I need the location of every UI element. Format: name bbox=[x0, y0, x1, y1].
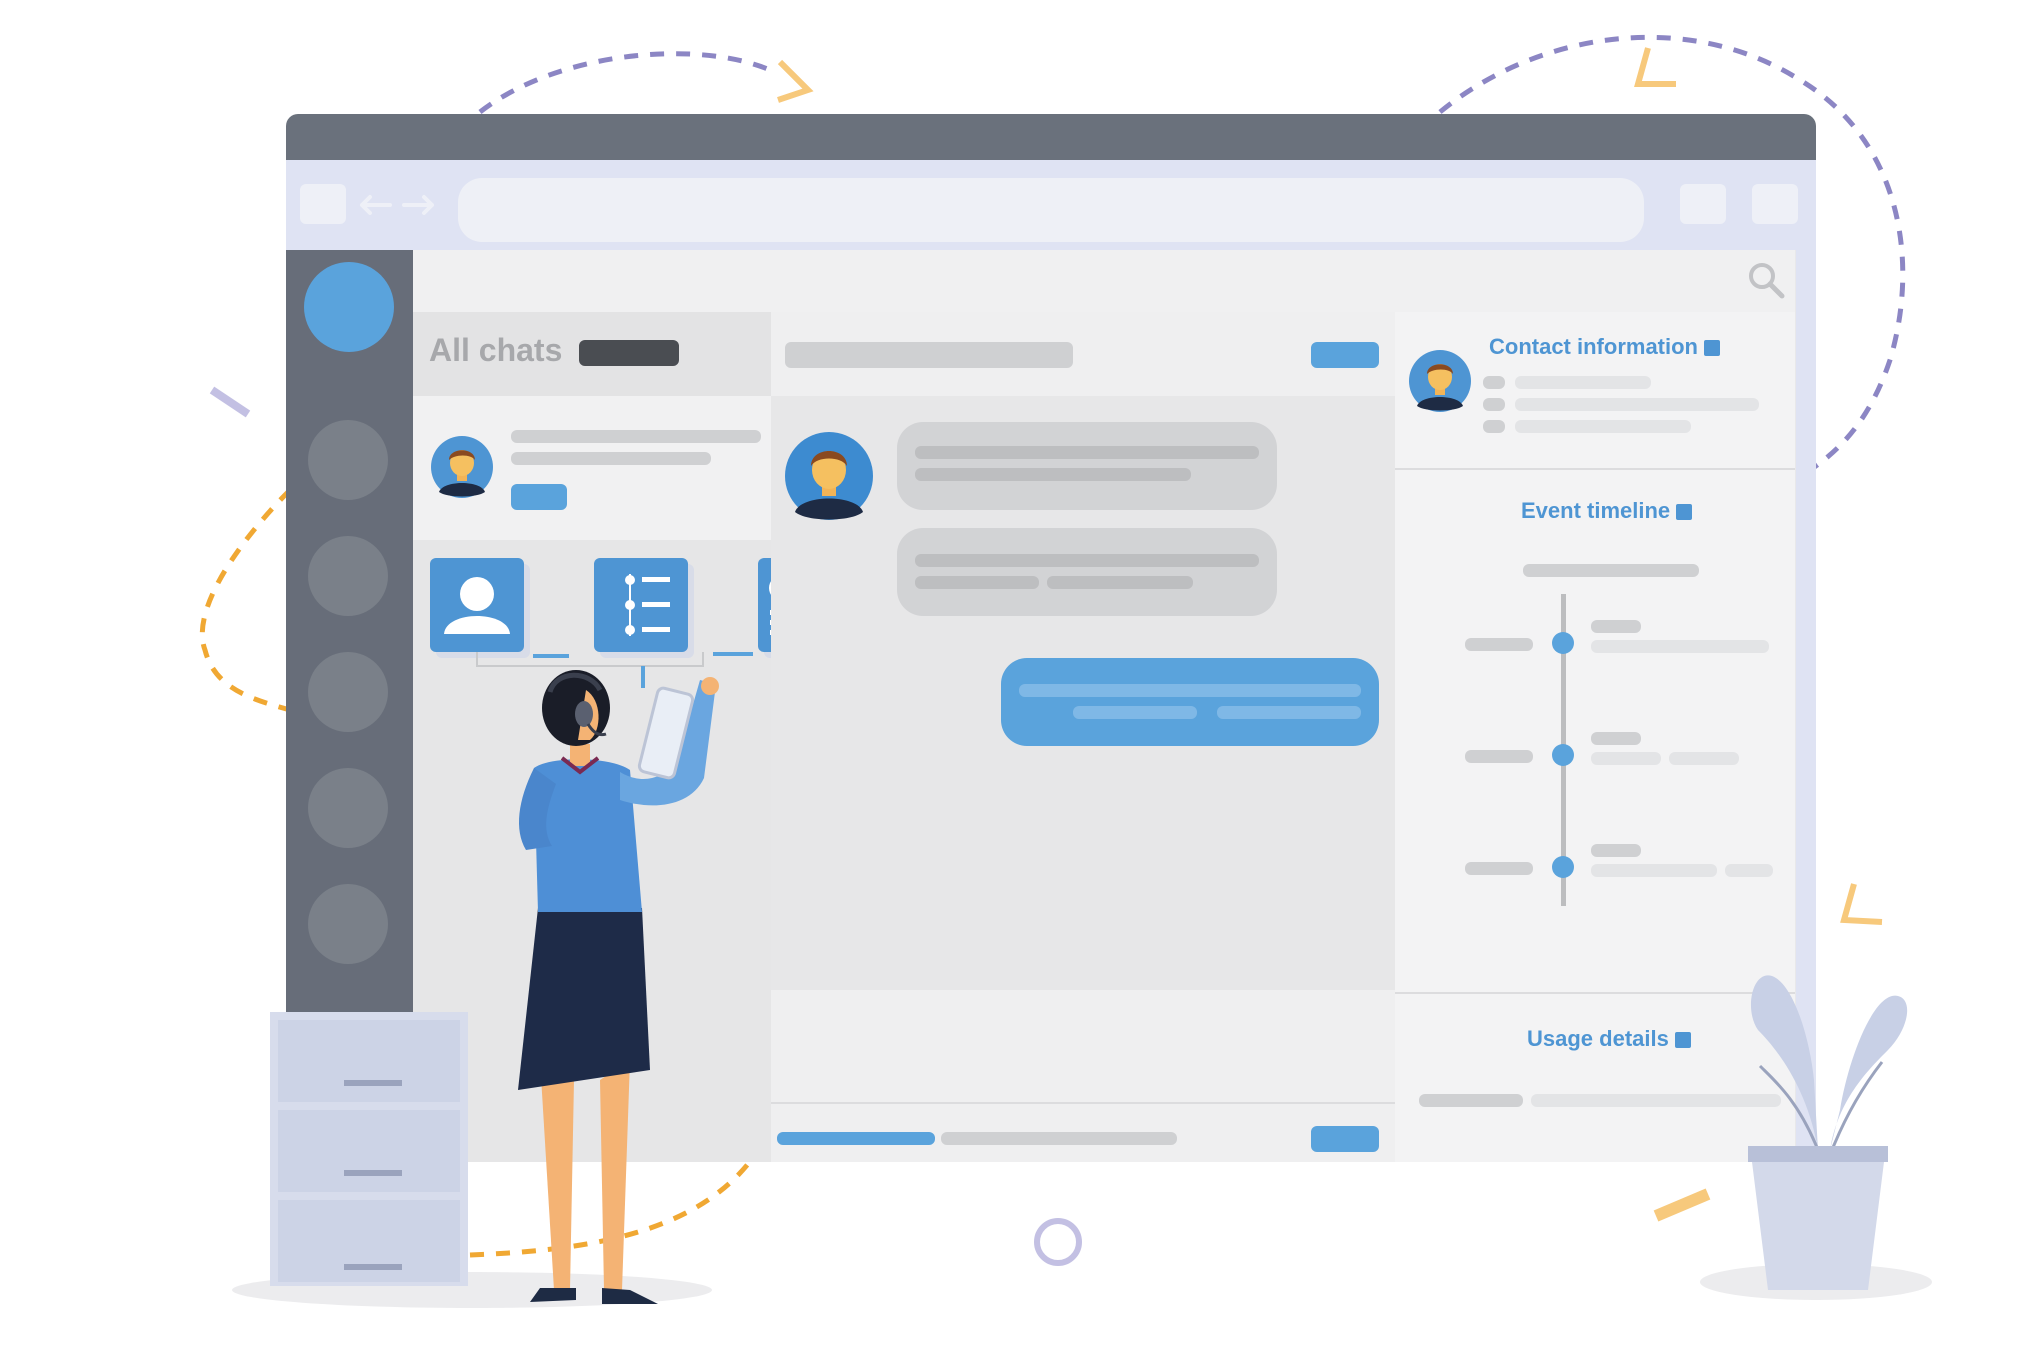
cabinet-drawer bbox=[278, 1200, 460, 1282]
potted-plant bbox=[1748, 975, 1908, 1290]
filing-cabinet bbox=[270, 1012, 468, 1286]
cabinet-drawer bbox=[278, 1110, 460, 1192]
cabinet-drawer bbox=[278, 1020, 460, 1102]
support-agent-illustration bbox=[518, 670, 719, 1304]
